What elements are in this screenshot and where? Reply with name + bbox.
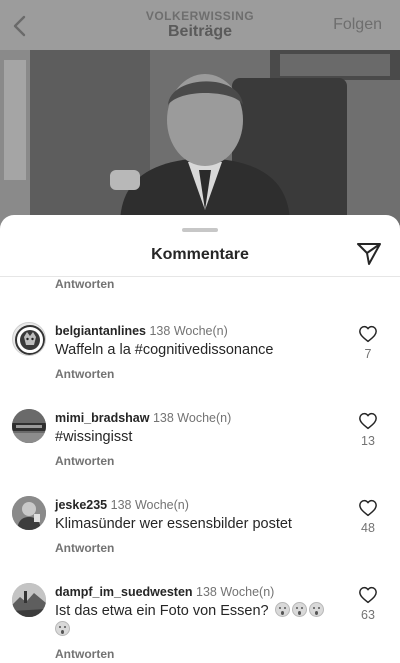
astonished-face-icon xyxy=(308,602,324,617)
heart-icon[interactable] xyxy=(358,325,378,343)
sheet-title: Kommentare xyxy=(151,246,249,263)
comment-text-content: Ist das etwa ein Foto von Essen? xyxy=(55,603,269,619)
heart-icon[interactable] xyxy=(358,586,378,604)
post-header: VOLKERWISSING Beiträge Folgen xyxy=(0,0,400,50)
comments-sheet: Kommentare Antworten belgiantanlines 138… xyxy=(0,215,400,663)
avatar[interactable] xyxy=(12,322,46,356)
like-count: 63 xyxy=(361,608,375,622)
reply-link[interactable]: Antworten xyxy=(55,367,345,381)
like-count: 48 xyxy=(361,521,375,535)
comment-username[interactable]: jeske235 xyxy=(55,498,107,512)
like-control: 48 xyxy=(354,499,382,535)
heart-icon[interactable] xyxy=(358,412,378,430)
comment-time: 138 Woche(n) xyxy=(110,498,189,512)
follow-button[interactable]: Folgen xyxy=(333,16,382,34)
like-count: 7 xyxy=(364,347,372,361)
comment-time: 138 Woche(n) xyxy=(152,411,232,425)
like-count: 13 xyxy=(361,434,375,448)
like-control: 13 xyxy=(354,412,382,448)
like-control: 7 xyxy=(354,325,382,361)
astonished-face-icon xyxy=(291,602,307,617)
comment-username[interactable]: dampf_im_suedwesten xyxy=(55,585,193,599)
like-control: 63 xyxy=(354,586,382,622)
avatar[interactable] xyxy=(12,583,46,617)
avatar[interactable] xyxy=(12,409,46,443)
comment-username[interactable]: mimi_bradshaw xyxy=(55,411,149,425)
send-icon[interactable] xyxy=(356,241,382,267)
comment-time: 138 Woche(n) xyxy=(196,585,275,599)
comment-text: Ist das etwa ein Foto von Essen? xyxy=(55,602,345,640)
comment-username[interactable]: belgiantanlines xyxy=(55,324,146,338)
reply-link[interactable]: Antworten xyxy=(55,647,345,661)
comment-time: 138 Woche(n) xyxy=(149,324,228,338)
astonished-face-icon xyxy=(274,602,290,617)
post-photo xyxy=(0,50,400,225)
heart-icon[interactable] xyxy=(358,499,378,517)
reply-link[interactable]: Antworten xyxy=(55,541,345,555)
reply-link[interactable]: Antworten xyxy=(55,454,345,468)
avatar[interactable] xyxy=(12,496,46,530)
comment-text: Waffeln a la #cognitivedissonance xyxy=(55,342,274,358)
reply-link[interactable]: Antworten xyxy=(55,277,114,291)
astonished-face-icon xyxy=(55,621,70,636)
comment-text: Klimasünder wer essensbilder postet xyxy=(55,516,292,532)
comment-text: #wissingisst xyxy=(55,429,133,445)
sheet-grabber[interactable] xyxy=(182,228,218,232)
